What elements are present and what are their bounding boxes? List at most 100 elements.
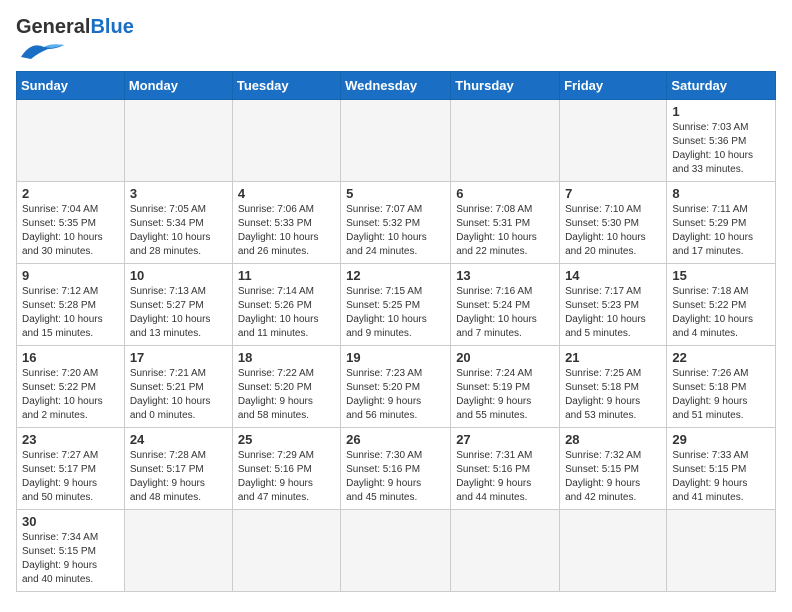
day-info: Sunrise: 7:06 AM Sunset: 5:33 PM Dayligh… — [238, 203, 335, 259]
page-header: General Blue — [16, 16, 776, 61]
calendar-week-row: 9 Sunrise: 7:12 AM Sunset: 5:28 PM Daylig… — [17, 264, 776, 346]
day-number: 15 — [672, 268, 770, 283]
day-number: 16 — [22, 350, 119, 365]
day-number: 8 — [672, 186, 770, 201]
day-info: Sunrise: 7:22 AM Sunset: 5:20 PM Dayligh… — [238, 367, 335, 423]
day-number: 24 — [130, 432, 227, 447]
day-info: Sunrise: 7:25 AM Sunset: 5:18 PM Dayligh… — [565, 367, 661, 423]
day-number: 26 — [346, 432, 445, 447]
calendar-cell — [451, 510, 560, 592]
day-info: Sunrise: 7:10 AM Sunset: 5:30 PM Dayligh… — [565, 203, 661, 259]
calendar-cell — [341, 510, 451, 592]
calendar-cell: 4 Sunrise: 7:06 AM Sunset: 5:33 PM Daylig… — [232, 182, 340, 264]
day-info: Sunrise: 7:04 AM Sunset: 5:35 PM Dayligh… — [22, 203, 119, 259]
weekday-header-thursday: Thursday — [451, 72, 560, 100]
calendar-cell: 20Sunrise: 7:24 AM Sunset: 5:19 PM Dayli… — [451, 346, 560, 428]
calendar-cell: 5 Sunrise: 7:07 AM Sunset: 5:32 PM Daylig… — [341, 182, 451, 264]
day-info: Sunrise: 7:08 AM Sunset: 5:31 PM Dayligh… — [456, 203, 554, 259]
calendar-cell — [560, 100, 667, 182]
day-info: Sunrise: 7:30 AM Sunset: 5:16 PM Dayligh… — [346, 449, 445, 505]
calendar-cell — [124, 100, 232, 182]
calendar-cell: 8 Sunrise: 7:11 AM Sunset: 5:29 PM Daylig… — [667, 182, 776, 264]
day-number: 30 — [22, 514, 119, 529]
day-info: Sunrise: 7:26 AM Sunset: 5:18 PM Dayligh… — [672, 367, 770, 423]
calendar-cell: 30 Sunrise: 7:34 AM Sunset: 5:15 PM Dayli… — [17, 510, 125, 592]
logo-bird-icon — [16, 39, 66, 61]
day-info: Sunrise: 7:11 AM Sunset: 5:29 PM Dayligh… — [672, 203, 770, 259]
day-number: 12 — [346, 268, 445, 283]
day-info: Sunrise: 7:12 AM Sunset: 5:28 PM Dayligh… — [22, 285, 119, 341]
day-number: 13 — [456, 268, 554, 283]
calendar-cell: 14 Sunrise: 7:17 AM Sunset: 5:23 PM Dayli… — [560, 264, 667, 346]
day-number: 25 — [238, 432, 335, 447]
day-number: 19 — [346, 350, 445, 365]
logo-blue-text: Blue — [90, 16, 133, 39]
logo-general-text: General — [16, 16, 90, 39]
day-info: Sunrise: 7:20 AM Sunset: 5:22 PM Dayligh… — [22, 367, 119, 423]
calendar-cell: 12Sunrise: 7:15 AM Sunset: 5:25 PM Dayli… — [341, 264, 451, 346]
day-info: Sunrise: 7:14 AM Sunset: 5:26 PM Dayligh… — [238, 285, 335, 341]
weekday-header-wednesday: Wednesday — [341, 72, 451, 100]
day-number: 23 — [22, 432, 119, 447]
calendar-week-row: 1Sunrise: 7:03 AM Sunset: 5:36 PM Daylig… — [17, 100, 776, 182]
weekday-header-friday: Friday — [560, 72, 667, 100]
calendar-cell: 1Sunrise: 7:03 AM Sunset: 5:36 PM Daylig… — [667, 100, 776, 182]
day-number: 29 — [672, 432, 770, 447]
calendar-cell: 10Sunrise: 7:13 AM Sunset: 5:27 PM Dayli… — [124, 264, 232, 346]
calendar-cell: 13Sunrise: 7:16 AM Sunset: 5:24 PM Dayli… — [451, 264, 560, 346]
day-info: Sunrise: 7:21 AM Sunset: 5:21 PM Dayligh… — [130, 367, 227, 423]
calendar-cell: 19 Sunrise: 7:23 AM Sunset: 5:20 PM Dayli… — [341, 346, 451, 428]
day-number: 18 — [238, 350, 335, 365]
day-info: Sunrise: 7:29 AM Sunset: 5:16 PM Dayligh… — [238, 449, 335, 505]
day-info: Sunrise: 7:13 AM Sunset: 5:27 PM Dayligh… — [130, 285, 227, 341]
calendar-cell — [232, 100, 340, 182]
calendar-cell: 23Sunrise: 7:27 AM Sunset: 5:17 PM Dayli… — [17, 428, 125, 510]
weekday-header-sunday: Sunday — [17, 72, 125, 100]
calendar-cell: 27 Sunrise: 7:31 AM Sunset: 5:16 PM Dayli… — [451, 428, 560, 510]
day-number: 9 — [22, 268, 119, 283]
calendar-cell — [17, 100, 125, 182]
weekday-header-saturday: Saturday — [667, 72, 776, 100]
calendar-cell: 9 Sunrise: 7:12 AM Sunset: 5:28 PM Daylig… — [17, 264, 125, 346]
calendar-header-row: SundayMondayTuesdayWednesdayThursdayFrid… — [17, 72, 776, 100]
calendar-cell: 16 Sunrise: 7:20 AM Sunset: 5:22 PM Dayli… — [17, 346, 125, 428]
day-number: 3 — [130, 186, 227, 201]
calendar-cell — [560, 510, 667, 592]
day-number: 5 — [346, 186, 445, 201]
calendar-cell: 3Sunrise: 7:05 AM Sunset: 5:34 PM Daylig… — [124, 182, 232, 264]
day-info: Sunrise: 7:28 AM Sunset: 5:17 PM Dayligh… — [130, 449, 227, 505]
calendar-cell: 11 Sunrise: 7:14 AM Sunset: 5:26 PM Dayli… — [232, 264, 340, 346]
day-number: 14 — [565, 268, 661, 283]
day-number: 2 — [22, 186, 119, 201]
day-number: 21 — [565, 350, 661, 365]
day-info: Sunrise: 7:33 AM Sunset: 5:15 PM Dayligh… — [672, 449, 770, 505]
day-info: Sunrise: 7:31 AM Sunset: 5:16 PM Dayligh… — [456, 449, 554, 505]
calendar-cell: 6 Sunrise: 7:08 AM Sunset: 5:31 PM Daylig… — [451, 182, 560, 264]
calendar-cell: 25 Sunrise: 7:29 AM Sunset: 5:16 PM Dayli… — [232, 428, 340, 510]
calendar-cell: 7 Sunrise: 7:10 AM Sunset: 5:30 PM Daylig… — [560, 182, 667, 264]
calendar-week-row: 2 Sunrise: 7:04 AM Sunset: 5:35 PM Daylig… — [17, 182, 776, 264]
day-info: Sunrise: 7:23 AM Sunset: 5:20 PM Dayligh… — [346, 367, 445, 423]
weekday-header-monday: Monday — [124, 72, 232, 100]
calendar-cell: 2 Sunrise: 7:04 AM Sunset: 5:35 PM Daylig… — [17, 182, 125, 264]
day-number: 28 — [565, 432, 661, 447]
calendar-cell: 28Sunrise: 7:32 AM Sunset: 5:15 PM Dayli… — [560, 428, 667, 510]
day-info: Sunrise: 7:34 AM Sunset: 5:15 PM Dayligh… — [22, 531, 119, 587]
calendar-cell: 21 Sunrise: 7:25 AM Sunset: 5:18 PM Dayli… — [560, 346, 667, 428]
calendar-week-row: 16 Sunrise: 7:20 AM Sunset: 5:22 PM Dayli… — [17, 346, 776, 428]
day-info: Sunrise: 7:03 AM Sunset: 5:36 PM Dayligh… — [672, 121, 770, 177]
day-number: 4 — [238, 186, 335, 201]
logo: General Blue — [16, 16, 134, 61]
day-number: 7 — [565, 186, 661, 201]
calendar-cell: 24 Sunrise: 7:28 AM Sunset: 5:17 PM Dayli… — [124, 428, 232, 510]
day-info: Sunrise: 7:07 AM Sunset: 5:32 PM Dayligh… — [346, 203, 445, 259]
day-info: Sunrise: 7:17 AM Sunset: 5:23 PM Dayligh… — [565, 285, 661, 341]
calendar-week-row: 23Sunrise: 7:27 AM Sunset: 5:17 PM Dayli… — [17, 428, 776, 510]
calendar-cell — [341, 100, 451, 182]
calendar-cell: 26 Sunrise: 7:30 AM Sunset: 5:16 PM Dayli… — [341, 428, 451, 510]
day-number: 6 — [456, 186, 554, 201]
day-number: 27 — [456, 432, 554, 447]
calendar-cell: 15Sunrise: 7:18 AM Sunset: 5:22 PM Dayli… — [667, 264, 776, 346]
day-number: 17 — [130, 350, 227, 365]
day-number: 11 — [238, 268, 335, 283]
